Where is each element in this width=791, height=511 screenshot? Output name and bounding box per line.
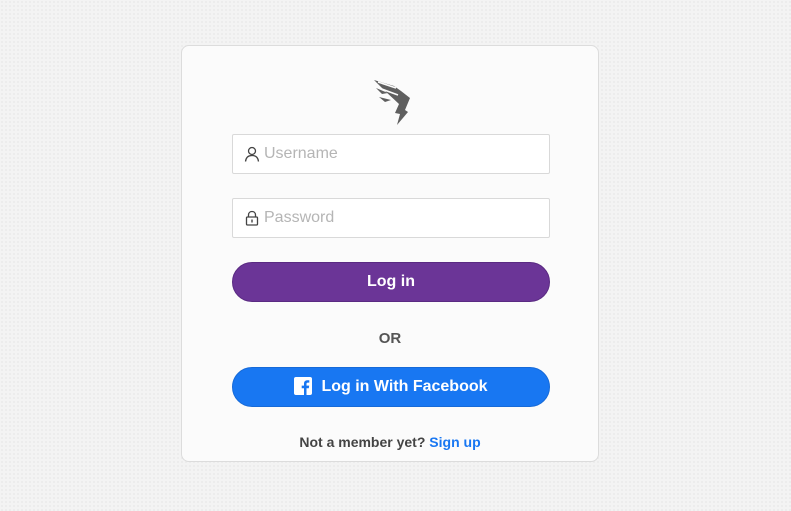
- password-input[interactable]: [264, 199, 544, 237]
- login-button-label: Log in: [367, 273, 415, 290]
- login-card: Log in OR Log in With Facebook Not a mem…: [181, 45, 599, 462]
- user-icon: [244, 146, 260, 162]
- login-button[interactable]: Log in: [232, 262, 550, 302]
- or-divider: OR: [378, 330, 402, 347]
- facebook-button-label: Log in With Facebook: [321, 378, 488, 395]
- signup-prompt: Not a member yet? Sign up: [182, 434, 598, 450]
- signup-link[interactable]: Sign up: [429, 434, 480, 450]
- username-input[interactable]: [264, 135, 544, 173]
- password-field[interactable]: [232, 198, 550, 238]
- facebook-icon: [294, 376, 313, 395]
- facebook-login-button[interactable]: Log in With Facebook: [232, 367, 550, 407]
- signup-prompt-text: Not a member yet?: [299, 434, 426, 450]
- username-field[interactable]: [232, 134, 550, 174]
- winged-bolt-logo-icon: [374, 80, 410, 125]
- lock-icon: [245, 210, 259, 226]
